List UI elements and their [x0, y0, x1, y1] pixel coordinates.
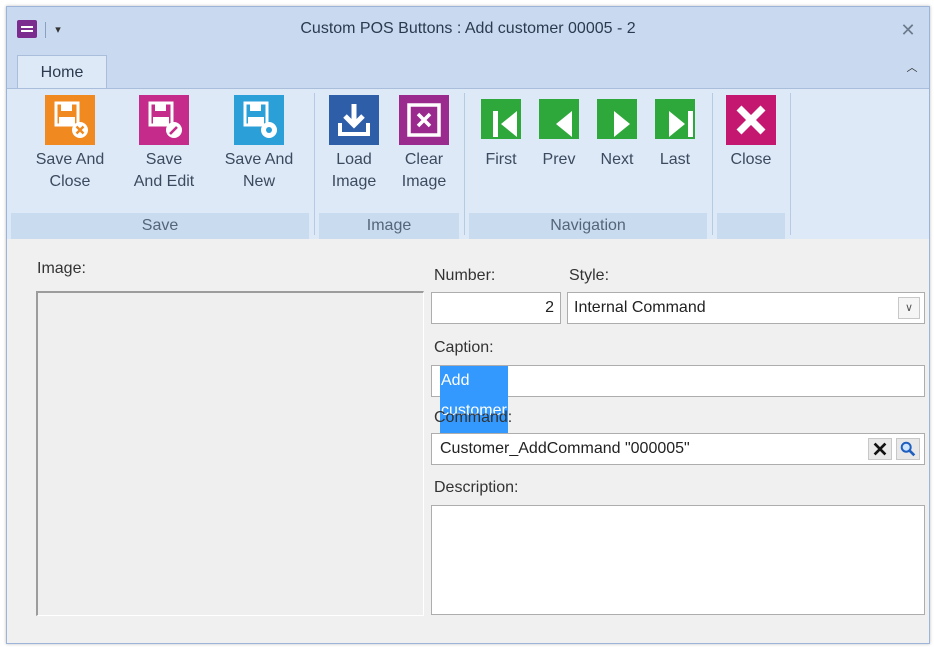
save-and-edit-label-1: Save	[145, 151, 183, 168]
last-icon	[655, 99, 695, 139]
command-input[interactable]: Customer_AddCommand "000005"	[431, 433, 925, 465]
load-image-label-2: Image	[331, 173, 377, 190]
last-button[interactable]: Last	[647, 95, 703, 171]
save-and-edit-button[interactable]: Save And Edit	[119, 95, 209, 193]
next-icon	[597, 99, 637, 139]
style-label: Style:	[569, 267, 610, 284]
close-label: Close	[730, 151, 772, 168]
clear-image-button[interactable]: Clear Image	[391, 95, 457, 193]
save-and-close-label-2: Close	[49, 173, 91, 190]
window: ▾ Custom POS Buttons : Add customer 0000…	[6, 6, 930, 644]
close-button[interactable]: Close	[721, 95, 781, 171]
prev-label: Prev	[542, 151, 576, 168]
save-and-edit-label-2: And Edit	[133, 173, 195, 190]
download-icon	[329, 95, 379, 145]
window-title: Custom POS Buttons : Add customer 00005 …	[300, 20, 636, 37]
chevron-down-icon[interactable]: ∨	[898, 297, 920, 319]
ribbon-group-save-label: Save	[11, 213, 309, 239]
description-label: Description:	[434, 479, 519, 496]
save-and-new-label-1: Save And	[224, 151, 294, 168]
window-close-icon[interactable]: ✕	[899, 21, 917, 39]
ribbon-group-navigation-label: Navigation	[469, 213, 707, 239]
next-label: Next	[600, 151, 634, 168]
ribbon-group-image: Load Image Clear Image Image	[315, 89, 463, 239]
group-separator	[790, 93, 791, 235]
tab-home[interactable]: Home	[17, 55, 107, 89]
save-and-new-label-2: New	[242, 173, 275, 190]
title-bar: ▾ Custom POS Buttons : Add customer 0000…	[7, 7, 929, 53]
ribbon-group-navigation: First Prev Next Last Navigation	[465, 89, 711, 239]
next-button[interactable]: Next	[589, 95, 645, 171]
first-button[interactable]: First	[473, 95, 529, 171]
prev-button[interactable]: Prev	[531, 95, 587, 171]
command-label: Command:	[434, 409, 513, 426]
search-icon[interactable]	[896, 438, 920, 460]
ribbon-group-close-label	[717, 213, 785, 239]
close-icon	[726, 95, 776, 145]
description-textarea[interactable]	[431, 505, 925, 615]
save-and-close-label-1: Save And	[35, 151, 105, 168]
number-input[interactable]: 2	[431, 292, 561, 324]
image-preview[interactable]	[36, 291, 424, 616]
caption-label: Caption:	[434, 339, 494, 356]
floppy-edit-icon	[139, 95, 189, 145]
floppy-close-icon	[45, 95, 95, 145]
clear-box-icon	[399, 95, 449, 145]
style-value: Internal Command	[574, 299, 706, 316]
clear-image-label-1: Clear	[404, 151, 444, 168]
style-select[interactable]: Internal Command ∨	[567, 292, 925, 324]
form-panel: Image: Number: Style: 2 Internal Command…	[7, 239, 929, 643]
first-label: First	[485, 151, 517, 168]
number-value: 2	[545, 299, 554, 316]
first-icon	[481, 99, 521, 139]
clear-command-icon[interactable]	[868, 438, 892, 460]
save-and-new-button[interactable]: Save And New	[213, 95, 305, 193]
ribbon: Save And Close Save And Edit Save And Ne…	[7, 88, 929, 240]
ribbon-group-close: Close	[713, 89, 789, 239]
ribbon-group-save: Save And Close Save And Edit Save And Ne…	[7, 89, 313, 239]
load-image-label-1: Load	[336, 151, 372, 168]
number-label: Number:	[434, 267, 496, 284]
load-image-button[interactable]: Load Image	[321, 95, 387, 193]
caption-input[interactable]: Add customer 00005	[431, 365, 925, 456]
command-value: Customer_AddCommand "000005"	[440, 440, 690, 457]
ribbon-collapse-icon[interactable]: ︿	[905, 61, 919, 75]
ribbon-group-image-label: Image	[319, 213, 459, 239]
floppy-new-icon	[234, 95, 284, 145]
last-label: Last	[659, 151, 691, 168]
prev-icon	[539, 99, 579, 139]
clear-image-label-2: Image	[401, 173, 447, 190]
save-and-close-button[interactable]: Save And Close	[25, 95, 115, 193]
image-label: Image:	[37, 260, 86, 277]
